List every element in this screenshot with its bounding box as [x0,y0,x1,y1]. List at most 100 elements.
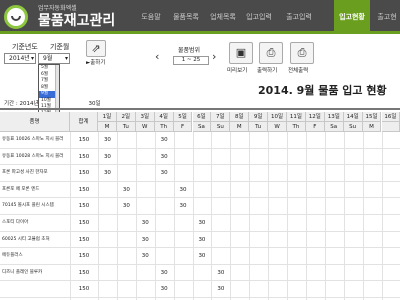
weekday-header: W [135,122,155,132]
divider [0,108,400,110]
day-header: 9일 [249,112,269,122]
row-total: 150 [78,203,90,210]
day-value[interactable]: 30 [155,149,174,166]
year-select[interactable]: 2014년 ▾ [4,53,36,64]
chevron-down-icon: ▾ [30,55,34,62]
range-input[interactable]: 1 ~ 25 [173,56,209,65]
day-value[interactable]: 30 [174,182,193,199]
tool-label: 미리보기 [227,68,248,74]
monitor-icon: ▣ [235,46,247,59]
day-value[interactable]: 30 [136,215,155,232]
day-value[interactable]: 30 [155,265,174,282]
day-value[interactable]: 30 [193,215,212,232]
chevron-left-icon[interactable]: ‹ [155,50,159,63]
product-name: 스포티 다이아 [2,220,29,225]
day-value[interactable]: 30 [193,232,212,249]
weekday-header: Tu [249,122,269,132]
col-divider [249,132,251,300]
total-header: 합계 [70,112,98,132]
app-title: 물품재고관리 [38,13,116,29]
day-header: 5일 [173,112,193,122]
nav-tab-1[interactable]: 물품목록 [170,0,202,34]
day-header: 3일 [135,112,155,122]
day-value[interactable]: 30 [211,281,230,298]
weekday-header: W [268,122,287,132]
day-value[interactable]: 30 [98,132,117,149]
col-divider [192,132,194,300]
dropdown-scrollbar[interactable] [55,65,59,117]
nav-tab-4[interactable]: 출고입력 [283,0,315,34]
col-divider [154,132,156,300]
inbound-table: 품명 합계 1일 M 2일 Tu 3일 W 4일 Th 5일 F 6일 Sa 7일 Su 8일 M 9일 Tu 10일 W… [0,112,400,300]
top-header: 업무자동화엑셀 물품재고관리 도움말 물품목록 업체목록 입고입력 출고입력 입고현황 출고… [0,0,400,34]
row-total: 150 [78,236,90,243]
day-header: 8일 [230,112,250,122]
day-value[interactable]: 30 [98,165,117,182]
day-header: 10일 [268,112,287,122]
weekday-header: Th [287,122,306,132]
row-total: 150 [78,153,90,160]
weekday-header: Tu [116,122,136,132]
day-value[interactable]: 30 [98,149,117,166]
chevron-down-icon: ▾ [64,55,68,62]
preview-button[interactable]: ▣ [229,42,253,64]
row-total: 150 [78,137,90,143]
partial-print-button[interactable]: ⇗ [86,40,106,57]
year-label: 기준년도 [12,43,38,51]
nav-tab-5[interactable]: 입고현황 [334,0,370,34]
print-button[interactable]: ⎙ [259,42,283,64]
app-window: 업무자동화엑셀 물품재고관리 도움말 물품목록 업체목록 입고입력 출고입력 입고현황 출고… [0,0,400,300]
col-divider [230,132,232,300]
product-name: 유동표 10026 스마노 지시 블러 [2,137,64,142]
day-value[interactable]: 30 [211,265,230,282]
col-divider [135,132,137,300]
day-header: 15일 [362,112,382,122]
weekday-header [381,122,400,132]
share-arrow-icon: ⇗ [91,42,101,55]
month-select[interactable]: 9월 ▾ [38,53,70,64]
print-all-button[interactable]: ⎙ [290,42,314,64]
day-header: 14일 [343,112,363,122]
range-label: 물품범위 [178,47,201,54]
day-value[interactable]: 30 [193,248,212,265]
col-divider [116,132,118,300]
nav-tab-6[interactable]: 출고현 [370,0,400,34]
day-value[interactable]: 30 [117,198,136,215]
printer-icon: ⎙ [266,46,276,59]
day-value[interactable]: 30 [136,248,155,265]
col-divider [324,132,326,300]
nav-tab-2[interactable]: 업체목록 [207,0,239,34]
printer-all-icon: ⎙ [297,46,307,59]
col-divider [381,132,383,300]
day-header: 2일 [116,112,136,122]
product-name: 디즈니 플레인 블루카 [2,269,43,275]
nav-tab-0[interactable]: 도움말 [135,0,167,34]
day-header: 11일 [287,112,306,122]
product-header: 품명 [0,112,70,132]
day-value[interactable]: 30 [117,182,136,199]
col-divider [343,132,345,300]
row-total: 150 [78,186,90,193]
col-divider [305,132,307,300]
weekday-header: M [362,122,382,132]
row-total: 150 [78,253,90,260]
nav-tab-3[interactable]: 입고입력 [243,0,275,34]
day-value[interactable]: 30 [136,232,155,249]
day-value[interactable]: 30 [155,165,174,182]
product-name [2,281,68,298]
day-value[interactable]: 30 [174,198,193,215]
weekday-header: M [98,122,117,132]
day-header: 13일 [324,112,344,122]
col-divider [287,132,288,300]
col-divider [98,132,99,300]
day-header: 7일 [211,112,231,122]
day-header: 6일 [192,112,212,122]
day-value[interactable]: 30 [155,281,174,298]
day-value[interactable]: 30 [155,132,174,149]
product-name: 에듀플러스 [2,253,23,259]
chevron-right-icon[interactable]: › [212,50,216,63]
tool-label: 전체출력 [288,68,309,74]
weekday-header: Th [154,122,174,132]
weekday-header: Su [211,122,231,132]
row-total: 150 [78,286,90,293]
